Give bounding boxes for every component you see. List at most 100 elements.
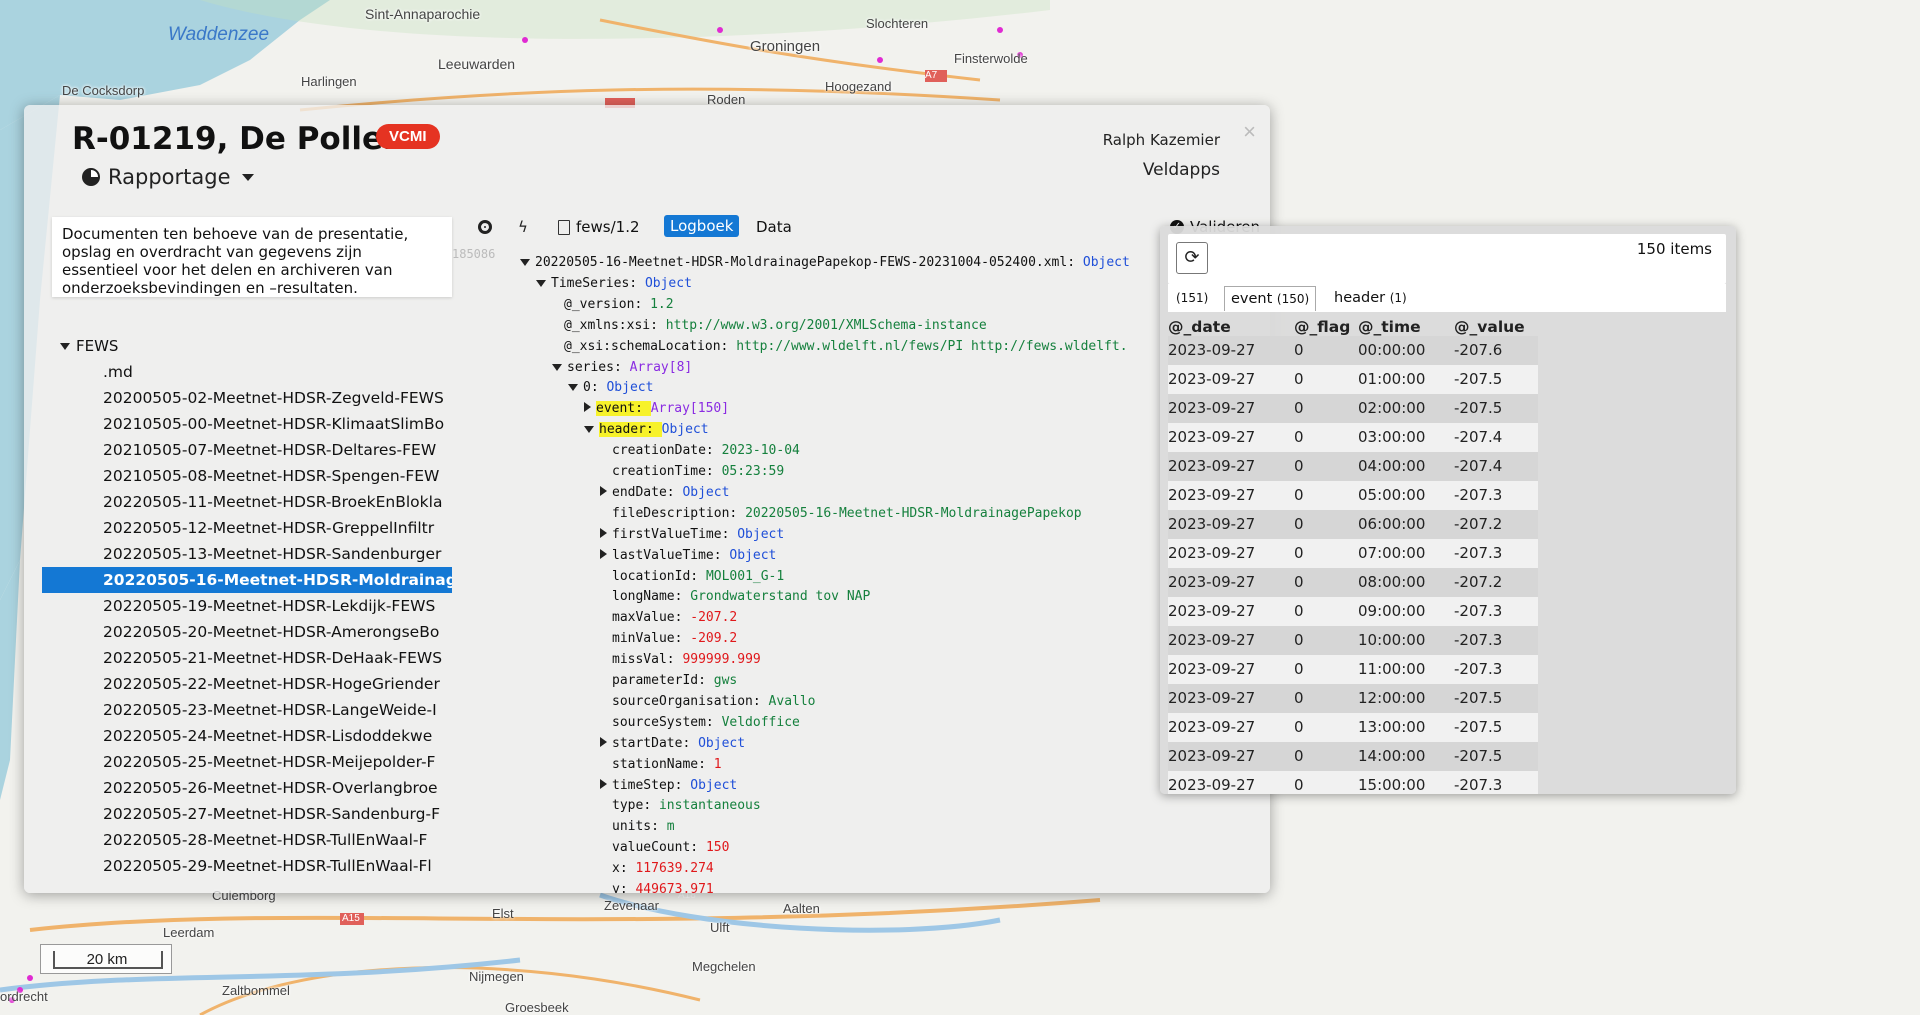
tab-event[interactable]: event (150) xyxy=(1224,286,1317,311)
user-name[interactable]: Ralph Kazemier xyxy=(1103,131,1220,149)
tab-fews[interactable]: fews/1.2 xyxy=(558,218,640,236)
table-cell: -207.2 xyxy=(1454,515,1503,533)
json-line[interactable]: maxValue: -207.2 xyxy=(612,608,737,628)
tree-file-item[interactable]: 20210505-08-Meetnet-HDSR-Spengen-FEW xyxy=(42,463,452,489)
collapse-icon[interactable] xyxy=(536,279,546,287)
json-line[interactable]: valueCount: 150 xyxy=(612,838,729,858)
refresh-button[interactable]: ⟳ xyxy=(1176,242,1208,274)
json-line[interactable]: type: instantaneous xyxy=(612,796,761,816)
json-line[interactable]: creationTime: 05:23:59 xyxy=(612,462,784,482)
tree-file-item[interactable]: 20220505-26-Meetnet-HDSR-Overlangbroe xyxy=(42,775,452,801)
json-line[interactable]: @_version: 1.2 xyxy=(564,295,674,315)
expand-icon[interactable] xyxy=(600,485,607,496)
tree-file-item[interactable]: 20200505-02-Meetnet-HDSR-Zegveld-FEWS xyxy=(42,385,452,411)
json-line[interactable]: event: Array[150] xyxy=(584,399,729,419)
table-row[interactable]: 2023-09-27 0 01:00:00 -207.5 xyxy=(1168,365,1538,394)
json-line[interactable]: lastValueTime: Object xyxy=(600,546,776,566)
json-line[interactable]: parameterId: gws xyxy=(612,671,737,691)
tree-file-item[interactable]: 20220505-12-Meetnet-HDSR-GreppelInfiltr xyxy=(42,515,452,541)
tree-file-item[interactable]: 20220505-23-Meetnet-HDSR-LangeWeide-I xyxy=(42,697,452,723)
json-line[interactable]: @_xmlns:xsi: http://www.w3.org/2001/XMLS… xyxy=(564,316,987,336)
expand-icon[interactable] xyxy=(584,402,591,413)
json-line[interactable]: stationName: 1 xyxy=(612,755,722,775)
json-line[interactable]: startDate: Object xyxy=(600,734,745,754)
tree-file-item[interactable]: 20220505-21-Meetnet-HDSR-DeHaak-FEWS xyxy=(42,645,452,671)
json-line[interactable]: endDate: Object xyxy=(600,483,729,503)
table-row[interactable]: 2023-09-27 0 06:00:00 -207.2 xyxy=(1168,510,1538,539)
expand-icon[interactable] xyxy=(600,736,607,747)
table-row[interactable]: 2023-09-27 0 14:00:00 -207.5 xyxy=(1168,742,1538,771)
table-cell: 2023-09-27 xyxy=(1168,370,1256,388)
collapse-icon[interactable] xyxy=(568,384,578,392)
tree-file-item[interactable]: .md xyxy=(42,359,452,385)
json-line[interactable]: series: Array[8] xyxy=(552,358,692,378)
table-row[interactable]: 2023-09-27 0 09:00:00 -207.3 xyxy=(1168,597,1538,626)
json-line[interactable]: units: m xyxy=(612,817,675,837)
tree-file-item[interactable]: 20220505-13-Meetnet-HDSR-Sandenburger xyxy=(42,541,452,567)
tab-data[interactable]: Data xyxy=(756,218,792,236)
tree-file-item[interactable]: 20220505-20-Meetnet-HDSR-AmerongseBo xyxy=(42,619,452,645)
json-line[interactable]: timeStep: Object xyxy=(600,776,737,796)
json-line[interactable]: x: 117639.274 xyxy=(612,859,714,879)
tree-file-item[interactable]: 20210505-00-Meetnet-HDSR-KlimaatSlimBo xyxy=(42,411,452,437)
table-row[interactable]: 2023-09-27 0 03:00:00 -207.4 xyxy=(1168,423,1538,452)
table-row[interactable]: 2023-09-27 0 08:00:00 -207.2 xyxy=(1168,568,1538,597)
json-line[interactable]: minValue: -209.2 xyxy=(612,629,737,649)
json-line[interactable]: TimeSeries: Object xyxy=(536,274,692,294)
column-header[interactable]: @_time xyxy=(1358,318,1421,336)
close-icon[interactable]: × xyxy=(1243,119,1256,145)
collapse-icon[interactable] xyxy=(552,363,562,371)
table-row[interactable]: 2023-09-27 0 13:00:00 -207.5 xyxy=(1168,713,1538,742)
expand-icon[interactable] xyxy=(600,527,607,538)
tree-file-item[interactable]: 20220505-19-Meetnet-HDSR-Lekdijk-FEWS xyxy=(42,593,452,619)
json-line[interactable]: firstValueTime: Object xyxy=(600,525,784,545)
json-line[interactable]: 20220505-16-Meetnet-HDSR-MoldrainagePape… xyxy=(520,253,1130,273)
json-line[interactable]: header: Object xyxy=(584,420,709,440)
table-row[interactable]: 2023-09-27 0 02:00:00 -207.5 xyxy=(1168,394,1538,423)
settings-button[interactable] xyxy=(478,220,492,234)
table-row[interactable]: 2023-09-27 0 12:00:00 -207.5 xyxy=(1168,684,1538,713)
tree-file-item[interactable]: 20220505-29-Meetnet-HDSR-TullEnWaal-Fl xyxy=(42,853,452,879)
json-line[interactable]: sourceOrganisation: Avallo xyxy=(612,692,816,712)
action-button[interactable]: ϟ xyxy=(518,218,528,236)
tab-logboek[interactable]: Logboek xyxy=(664,215,740,237)
table-row[interactable]: 2023-09-27 0 04:00:00 -207.4 xyxy=(1168,452,1538,481)
column-header[interactable]: @_date xyxy=(1168,318,1231,336)
table-row[interactable]: 2023-09-27 0 07:00:00 -207.3 xyxy=(1168,539,1538,568)
tree-file-item[interactable]: 20220505-25-Meetnet-HDSR-Meijepolder-F xyxy=(42,749,452,775)
tab-all[interactable]: (151) xyxy=(1176,290,1208,306)
json-line[interactable]: 0: Object xyxy=(568,378,653,398)
tab-header[interactable]: header (1) xyxy=(1334,290,1407,306)
tree-file-item[interactable]: 20220505-16-Meetnet-HDSR-Moldrainag xyxy=(42,567,452,593)
tree-file-item[interactable]: 20220505-22-Meetnet-HDSR-HogeGriender xyxy=(42,671,452,697)
tree-root-fews[interactable]: FEWS xyxy=(60,337,118,355)
rapportage-dropdown[interactable]: Rapportage xyxy=(82,165,254,189)
json-line[interactable]: creationDate: 2023-10-04 xyxy=(612,441,800,461)
json-line[interactable]: missVal: 999999.999 xyxy=(612,650,761,670)
map-label: Aalten xyxy=(783,901,820,916)
tree-file-item[interactable]: 20210505-07-Meetnet-HDSR-Deltares-FEW xyxy=(42,437,452,463)
collapse-icon[interactable] xyxy=(520,259,530,266)
table-cell: 07:00:00 xyxy=(1358,544,1426,562)
table-row[interactable]: 2023-09-27 0 11:00:00 -207.3 xyxy=(1168,655,1538,684)
json-line[interactable]: sourceSystem: Veldoffice xyxy=(612,713,800,733)
column-header[interactable]: @_value xyxy=(1454,318,1525,336)
table-row[interactable]: 2023-09-27 0 15:00:00 -207.3 xyxy=(1168,771,1538,794)
tree-file-item[interactable]: 20220505-28-Meetnet-HDSR-TullEnWaal-F xyxy=(42,827,452,853)
tree-file-item[interactable]: 20220505-11-Meetnet-HDSR-BroekEnBlokla xyxy=(42,489,452,515)
tree-file-item[interactable]: 20220505-24-Meetnet-HDSR-Lisdoddekwe xyxy=(42,723,452,749)
json-line[interactable]: @_xsi:schemaLocation: http://www.wldelft… xyxy=(564,337,1128,357)
json-line[interactable]: y: 449673.971 xyxy=(612,880,714,893)
json-line[interactable]: fileDescription: 20220505-16-Meetnet-HDS… xyxy=(612,504,1082,524)
table-row[interactable]: 2023-09-27 0 05:00:00 -207.3 xyxy=(1168,481,1538,510)
json-line[interactable]: locationId: MOL001_G-1 xyxy=(612,567,784,587)
table-header-bar: ⟳ 150 items xyxy=(1168,234,1726,284)
table-row[interactable]: 2023-09-27 0 00:00:00 -207.6 xyxy=(1168,336,1538,365)
collapse-icon[interactable] xyxy=(584,426,594,434)
json-line[interactable]: longName: Grondwaterstand tov NAP xyxy=(612,587,870,607)
table-row[interactable]: 2023-09-27 0 10:00:00 -207.3 xyxy=(1168,626,1538,655)
expand-icon[interactable] xyxy=(600,548,607,559)
expand-icon[interactable] xyxy=(600,778,607,789)
tree-file-item[interactable]: 20220505-27-Meetnet-HDSR-Sandenburg-F xyxy=(42,801,452,827)
column-header[interactable]: @_flag xyxy=(1294,318,1350,336)
